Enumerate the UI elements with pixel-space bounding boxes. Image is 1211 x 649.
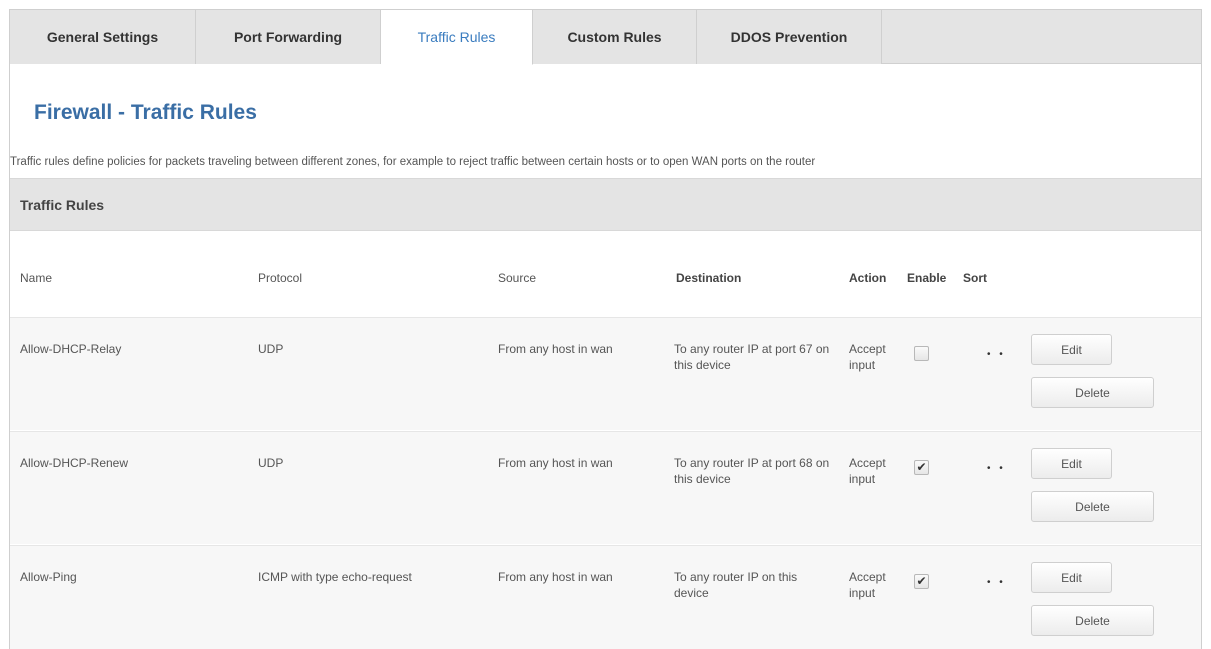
- column-header-sort: Sort: [963, 271, 987, 285]
- delete-button[interactable]: Delete: [1031, 605, 1154, 636]
- page-description: Traffic rules define policies for packet…: [10, 156, 816, 168]
- edit-button[interactable]: Edit: [1031, 334, 1112, 365]
- rule-source: From any host in wan: [498, 456, 613, 470]
- enable-checkbox[interactable]: ✔: [914, 460, 929, 475]
- table-row: Allow-Ping ICMP with type echo-request F…: [10, 545, 1201, 649]
- sort-handle-icon[interactable]: • •: [987, 349, 1006, 360]
- rule-destination: To any router IP at port 67 on this devi…: [674, 342, 830, 372]
- page-title: Firewall - Traffic Rules: [34, 101, 257, 124]
- rule-destination: To any router IP at port 68 on this devi…: [674, 456, 830, 486]
- rule-source: From any host in wan: [498, 570, 613, 584]
- column-header-action: Action: [849, 271, 887, 285]
- rule-name: Allow-DHCP-Renew: [20, 456, 129, 470]
- column-header-enable: Enable: [907, 271, 947, 285]
- section-header: Traffic Rules: [10, 178, 1201, 231]
- rule-name: Allow-DHCP-Relay: [20, 342, 122, 356]
- tab-bar-filler: [882, 10, 1201, 63]
- tab-bar: General Settings Port Forwarding Traffic…: [10, 10, 1201, 65]
- table-row: Allow-DHCP-Renew UDP From any host in wa…: [10, 431, 1201, 544]
- rule-protocol: UDP: [258, 456, 284, 470]
- sort-handle-icon[interactable]: • •: [987, 463, 1006, 474]
- section-title: Traffic Rules: [20, 197, 105, 213]
- rule-name: Allow-Ping: [20, 570, 77, 584]
- enable-checkbox[interactable]: ✔: [914, 574, 929, 589]
- enable-checkbox[interactable]: [914, 346, 929, 361]
- rule-protocol: ICMP with type echo-request: [258, 570, 412, 584]
- tab-port-forwarding[interactable]: Port Forwarding: [196, 10, 381, 64]
- rule-action: Accept input: [849, 342, 886, 372]
- firewall-page: General Settings Port Forwarding Traffic…: [9, 9, 1202, 649]
- edit-button[interactable]: Edit: [1031, 448, 1112, 479]
- rule-action: Accept input: [849, 570, 886, 600]
- rule-source: From any host in wan: [498, 342, 613, 356]
- rule-destination: To any router IP on this device: [674, 570, 798, 600]
- delete-button[interactable]: Delete: [1031, 377, 1154, 408]
- sort-handle-icon[interactable]: • •: [987, 577, 1006, 588]
- rule-action: Accept input: [849, 456, 886, 486]
- delete-button[interactable]: Delete: [1031, 491, 1154, 522]
- rule-protocol: UDP: [258, 342, 284, 356]
- tab-ddos-prevention[interactable]: DDOS Prevention: [697, 10, 882, 64]
- tab-custom-rules[interactable]: Custom Rules: [533, 10, 697, 64]
- edit-button[interactable]: Edit: [1031, 562, 1112, 593]
- table-row: Allow-DHCP-Relay UDP From any host in wa…: [10, 317, 1201, 430]
- tab-traffic-rules[interactable]: Traffic Rules: [381, 10, 533, 65]
- tab-general-settings[interactable]: General Settings: [10, 10, 196, 64]
- column-header-destination: Destination: [676, 271, 742, 285]
- column-header-protocol: Protocol: [258, 271, 303, 285]
- column-header-source: Source: [498, 271, 537, 285]
- column-header-name: Name: [20, 271, 53, 285]
